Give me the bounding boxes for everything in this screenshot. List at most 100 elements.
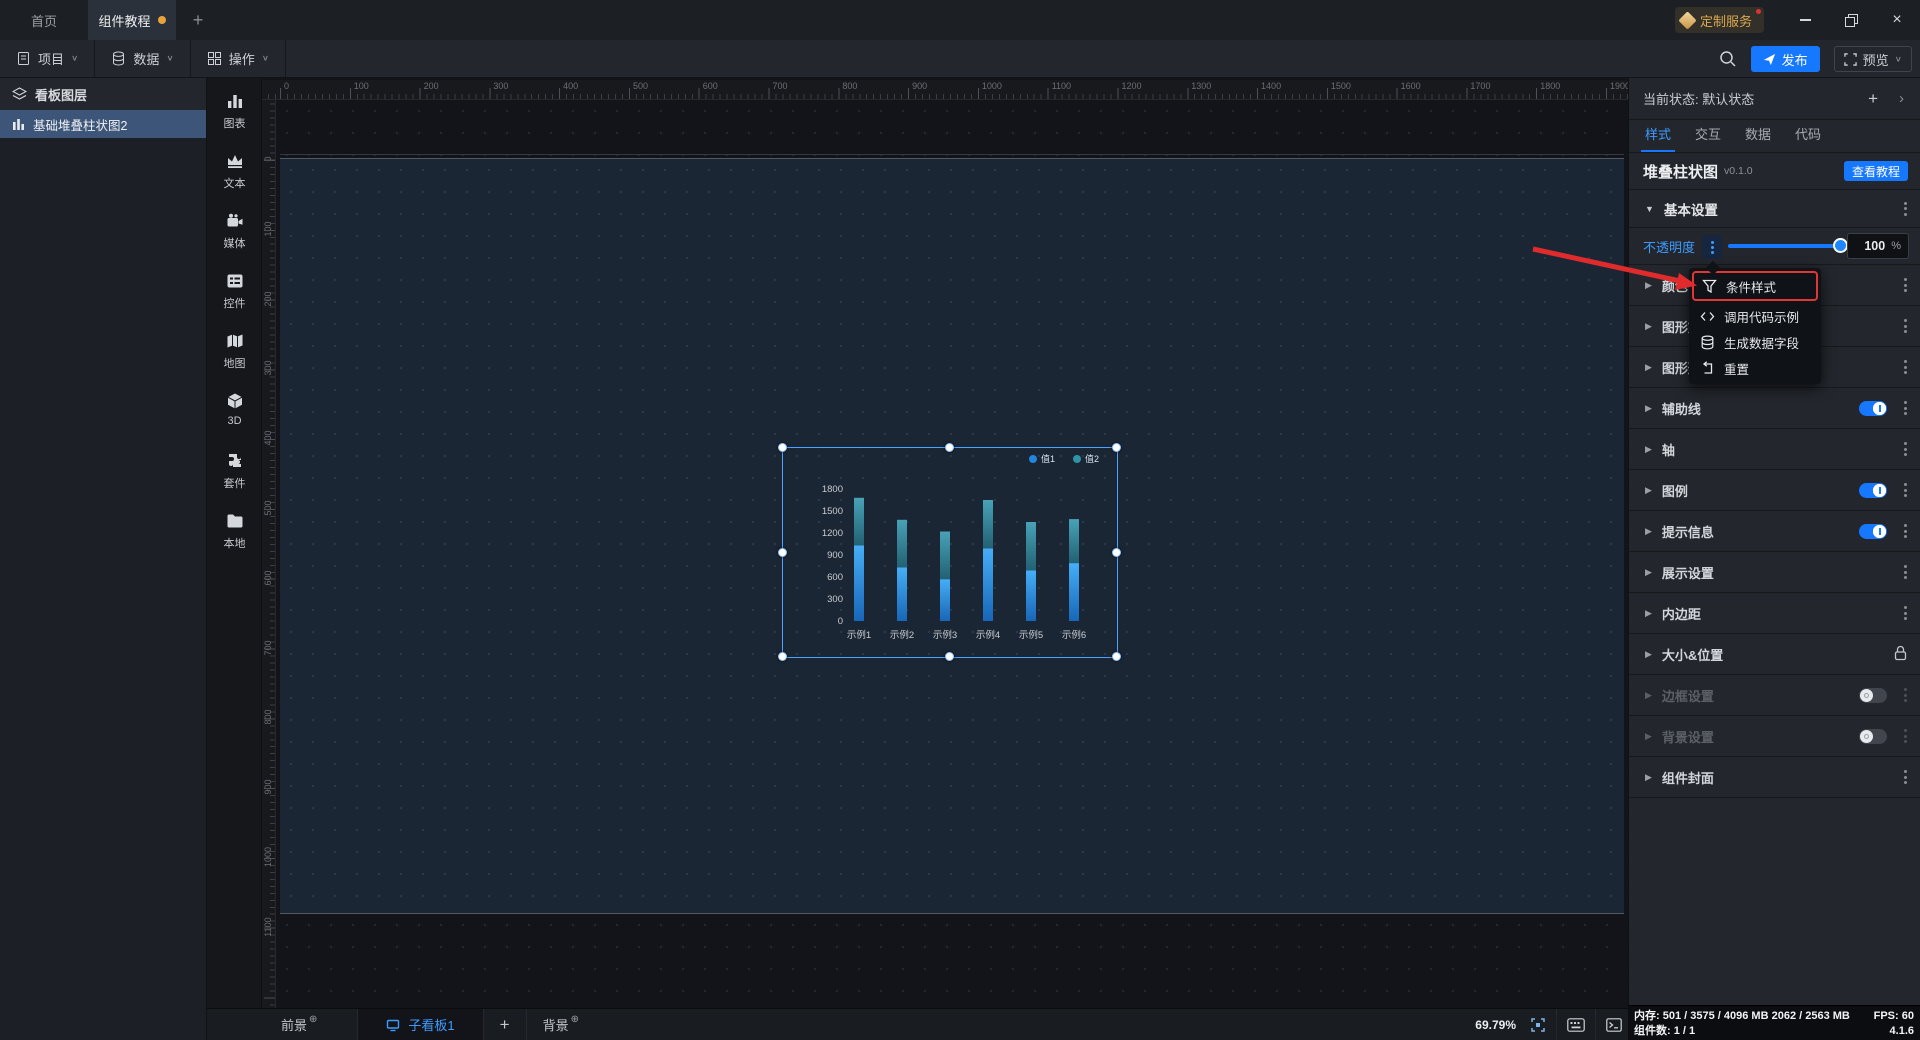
dock-item-label: 媒体	[223, 238, 246, 250]
opacity-input[interactable]: 100 %	[1847, 233, 1909, 259]
inspector-tab-4[interactable]: 代码	[1783, 124, 1833, 152]
section-menu-button[interactable]	[1904, 401, 1907, 415]
section-row-10[interactable]: ▶ 大小&位置	[1629, 634, 1920, 675]
section-menu-button[interactable]	[1904, 770, 1907, 784]
context-menu-item-1[interactable]: 条件样式	[1692, 271, 1818, 301]
expand-states-button[interactable]: ›	[1899, 90, 1904, 107]
selection-handle[interactable]	[945, 652, 954, 661]
context-menu-item-3[interactable]: 生成数据字段	[1689, 329, 1821, 355]
selection-handle[interactable]	[778, 652, 787, 661]
dock-item-2[interactable]: 文本	[207, 150, 262, 191]
v-ruler-label: 500	[263, 500, 273, 516]
custom-service-badge[interactable]: 定制服务	[1674, 7, 1764, 33]
section-menu-button[interactable]	[1904, 360, 1907, 374]
board-tab-active[interactable]: 子看板1	[358, 1008, 483, 1040]
minimize-button[interactable]	[1782, 0, 1828, 40]
selection-handle[interactable]	[778, 443, 787, 452]
shortcut-keys-button[interactable]	[1567, 1018, 1585, 1032]
add-board-button[interactable]: +	[484, 1015, 526, 1035]
h-ruler-label: 0	[284, 81, 290, 91]
console-button[interactable]	[1606, 1018, 1622, 1032]
section-menu-button[interactable]	[1904, 688, 1907, 702]
search-icon[interactable]	[1719, 50, 1737, 68]
window-tab-home[interactable]: 首页	[0, 0, 88, 40]
context-menu-item-4[interactable]: 重置	[1689, 355, 1821, 381]
dock-item-3[interactable]: 媒体	[207, 210, 262, 251]
component-dock: 图表文本媒体控件地图 3D 套件本地	[207, 78, 262, 1008]
background-label: 背景	[542, 1018, 569, 1033]
section-row-11[interactable]: ▶ 边框设置	[1629, 675, 1920, 716]
selection-handle[interactable]	[945, 443, 954, 452]
new-tab-button[interactable]: +	[176, 0, 220, 40]
section-menu-button[interactable]	[1904, 524, 1907, 538]
inspector-tab-3[interactable]: 数据	[1733, 124, 1783, 152]
section-row-5[interactable]: ▶ 轴	[1629, 429, 1920, 470]
menu-data[interactable]: 数据 ∨	[95, 40, 191, 77]
opacity-slider[interactable]	[1728, 238, 1848, 253]
opacity-slider-thumb[interactable]	[1833, 238, 1848, 253]
add-foreground-icon[interactable]: ⊕	[309, 1014, 317, 1025]
stacked-bar-chart: 0 300 600 900 1200 1500 1800 示例1 示例2 示例3 示例4 示例5 示例6…	[822, 453, 1099, 641]
section-menu-button[interactable]	[1904, 319, 1907, 333]
section-toggle-off[interactable]	[1859, 687, 1887, 703]
section-menu-button[interactable]	[1904, 606, 1907, 620]
selection-handle[interactable]	[1112, 443, 1121, 452]
section-menu-button[interactable]	[1904, 442, 1907, 456]
section-row-6[interactable]: ▶ 图例	[1629, 470, 1920, 511]
section-toggle-on[interactable]	[1859, 482, 1887, 498]
section-toggle-on[interactable]	[1859, 400, 1887, 416]
section-row-9[interactable]: ▶ 内边距	[1629, 593, 1920, 634]
fit-screen-button[interactable]	[1530, 1017, 1546, 1033]
section-label: 提示信息	[1661, 524, 1714, 540]
menu-operations[interactable]: 操作 ∨	[191, 40, 287, 77]
selection-handle[interactable]	[1112, 652, 1121, 661]
publish-button[interactable]: 发布	[1750, 46, 1820, 72]
expand-arrow-icon: ▶	[1645, 566, 1652, 577]
maximize-button[interactable]	[1828, 0, 1874, 40]
view-tutorial-button[interactable]: 查看教程	[1843, 161, 1908, 181]
foreground-label: 前景	[281, 1018, 308, 1033]
lock-icon[interactable]	[1893, 645, 1908, 664]
dock-item-7[interactable]: 套件	[207, 450, 262, 491]
opacity-menu-button[interactable]	[1702, 235, 1722, 259]
add-state-button[interactable]: +	[1868, 89, 1878, 109]
dock-item-5[interactable]: 地图	[207, 330, 262, 371]
window-tab-tutorial[interactable]: 组件教程	[88, 0, 176, 40]
layer-item-stacked-bar[interactable]: 基础堆叠柱状图2	[0, 110, 206, 138]
section-menu-button[interactable]	[1904, 483, 1907, 497]
svg-text:值1: 值1	[1041, 453, 1055, 464]
dock-item-6[interactable]: 3D	[207, 390, 262, 427]
section-row-8[interactable]: ▶ 展示设置	[1629, 552, 1920, 593]
current-state-label: 当前状态: 默认状态	[1643, 92, 1755, 107]
section-toggle-on[interactable]	[1859, 523, 1887, 539]
section-menu-button[interactable]	[1904, 729, 1907, 743]
section-row-13[interactable]: ▶ 组件封面	[1629, 757, 1920, 798]
section-basic-settings[interactable]: ▼ 基本设置	[1629, 190, 1920, 228]
section-menu-button[interactable]	[1904, 278, 1907, 292]
section-row-7[interactable]: ▶ 提示信息	[1629, 511, 1920, 552]
selected-component-stacked-bar-chart[interactable]: 0 300 600 900 1200 1500 1800 示例1 示例2 示例3 示例4 示例5 示例6…	[778, 443, 1121, 661]
dock-item-1[interactable]: 图表	[207, 90, 262, 131]
close-button[interactable]: ×	[1874, 0, 1920, 40]
preview-button[interactable]: 预览 ∨	[1833, 46, 1912, 72]
dock-item-8[interactable]: 本地	[207, 510, 262, 551]
divider	[525, 1008, 527, 1040]
add-background-icon[interactable]: ⊕	[571, 1014, 579, 1025]
close-icon: ×	[1892, 11, 1902, 28]
inspector-tab-2[interactable]: 交互	[1683, 124, 1733, 152]
selection-handle[interactable]	[1112, 547, 1121, 557]
selection-handle[interactable]	[778, 547, 787, 557]
menu-project[interactable]: 项目 ∨	[0, 40, 96, 77]
section-toggle-off[interactable]	[1859, 728, 1887, 744]
section-row-12[interactable]: ▶ 背景设置	[1629, 716, 1920, 757]
v-ruler-label: 100	[263, 221, 273, 237]
inspector-tab-1[interactable]: 样式	[1633, 124, 1683, 152]
canvas[interactable]: 0 300 600 900 1200 1500 1800 示例1 示例2 示例3 示例4 示例5 示例6…	[276, 100, 1628, 1008]
code-icon	[1699, 309, 1715, 324]
h-ruler-label: 200	[423, 81, 439, 91]
context-menu-item-2[interactable]: 调用代码示例	[1689, 303, 1821, 329]
dock-item-4[interactable]: 控件	[207, 270, 262, 311]
basic-settings-menu-button[interactable]	[1904, 201, 1907, 216]
section-menu-button[interactable]	[1904, 565, 1907, 579]
section-row-4[interactable]: ▶ 辅助线	[1629, 388, 1920, 429]
